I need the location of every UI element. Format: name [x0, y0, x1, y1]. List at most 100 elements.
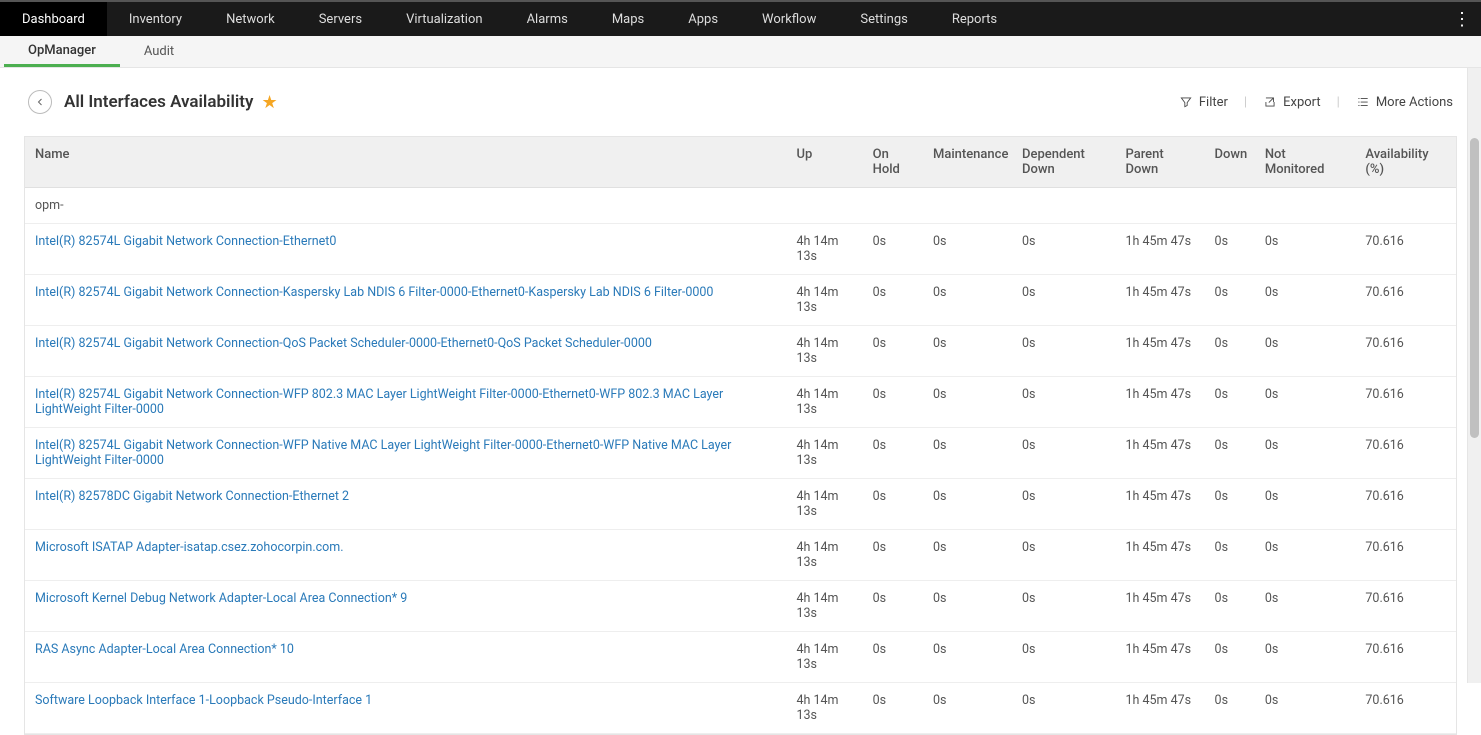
filter-label: Filter — [1199, 95, 1228, 110]
col-header[interactable]: Name — [25, 137, 787, 188]
table-row[interactable]: Microsoft ISATAP Adapter-isatap.csez.zoh… — [25, 530, 1456, 581]
cell-down: 0s — [1205, 479, 1255, 530]
col-header[interactable]: Not Monitored — [1255, 137, 1356, 188]
cell-up: 4h 14m 13s — [787, 377, 863, 428]
table-row[interactable]: Intel(R) 82574L Gigabit Network Connecti… — [25, 326, 1456, 377]
cell-up: 4h 14m 13s — [787, 326, 863, 377]
cell-nm: 0s — [1255, 581, 1356, 632]
cell-dep: 0s — [1012, 377, 1115, 428]
nav-inventory[interactable]: Inventory — [107, 2, 204, 36]
table-row[interactable]: Microsoft Kernel Debug Network Adapter-L… — [25, 581, 1456, 632]
cell-up: 4h 14m 13s — [787, 479, 863, 530]
subnav-audit[interactable]: Audit — [120, 36, 198, 67]
cell-nm: 0s — [1255, 224, 1356, 275]
col-header[interactable]: Down — [1205, 137, 1255, 188]
nav-servers[interactable]: Servers — [297, 2, 384, 36]
cell-maint: 0s — [923, 377, 1012, 428]
cell-name[interactable]: Microsoft Kernel Debug Network Adapter-L… — [25, 581, 787, 632]
cell-name[interactable]: Intel(R) 82574L Gigabit Network Connecti… — [25, 428, 787, 479]
cell-down: 0s — [1205, 530, 1255, 581]
cell-maint: 0s — [923, 275, 1012, 326]
cell-par: 1h 45m 47s — [1115, 479, 1204, 530]
table-header-row: NameUpOn HoldMaintenanceDependent DownPa… — [25, 137, 1456, 188]
nav-virtualization[interactable]: Virtualization — [384, 2, 505, 36]
cell-down: 0s — [1205, 275, 1255, 326]
nav-network[interactable]: Network — [204, 2, 297, 36]
nav-settings[interactable]: Settings — [838, 2, 929, 36]
chevron-left-icon — [34, 96, 46, 108]
cell-hold: 0s — [863, 632, 923, 683]
nav-dashboard[interactable]: Dashboard — [0, 2, 107, 36]
cell-name[interactable]: Intel(R) 82574L Gigabit Network Connecti… — [25, 377, 787, 428]
nav-apps[interactable]: Apps — [666, 2, 740, 36]
nav-maps[interactable]: Maps — [590, 2, 666, 36]
group-row[interactable]: opm- — [25, 188, 1456, 224]
filter-button[interactable]: Filter — [1179, 95, 1228, 110]
sub-nav: OpManagerAudit — [0, 36, 1481, 68]
cell-up: 4h 14m 13s — [787, 224, 863, 275]
more-actions-button[interactable]: More Actions — [1356, 95, 1453, 110]
page-actions: Filter | Export | More Actions — [1179, 95, 1453, 110]
cell-av: 70.616 — [1355, 632, 1456, 683]
table-row[interactable]: Software Loopback Interface 1-Loopback P… — [25, 683, 1456, 734]
scrollbar[interactable] — [1467, 68, 1481, 683]
cell-down: 0s — [1205, 683, 1255, 734]
cell-dep: 0s — [1012, 224, 1115, 275]
scrollbar-thumb[interactable] — [1470, 138, 1479, 438]
cell-hold: 0s — [863, 428, 923, 479]
cell-name[interactable]: Microsoft ISATAP Adapter-isatap.csez.zoh… — [25, 530, 787, 581]
table-row[interactable]: Intel(R) 82574L Gigabit Network Connecti… — [25, 275, 1456, 326]
cell-down: 0s — [1205, 377, 1255, 428]
cell-dep: 0s — [1012, 326, 1115, 377]
col-header[interactable]: Parent Down — [1115, 137, 1204, 188]
table-container: NameUpOn HoldMaintenanceDependent DownPa… — [24, 136, 1457, 735]
cell-name[interactable]: Intel(R) 82578DC Gigabit Network Connect… — [25, 479, 787, 530]
favorite-star-icon[interactable]: ★ — [261, 92, 277, 113]
separator: | — [1244, 95, 1247, 110]
back-button[interactable] — [28, 90, 52, 114]
table-row[interactable]: RAS Async Adapter-Local Area Connection*… — [25, 632, 1456, 683]
cell-dep: 0s — [1012, 530, 1115, 581]
cell-av: 70.616 — [1355, 581, 1456, 632]
more-actions-label: More Actions — [1376, 95, 1453, 110]
cell-down: 0s — [1205, 428, 1255, 479]
cell-dep: 0s — [1012, 683, 1115, 734]
table-row[interactable]: Intel(R) 82574L Gigabit Network Connecti… — [25, 377, 1456, 428]
cell-hold: 0s — [863, 377, 923, 428]
table-row[interactable]: Intel(R) 82574L Gigabit Network Connecti… — [25, 428, 1456, 479]
table-row[interactable]: Intel(R) 82574L Gigabit Network Connecti… — [25, 224, 1456, 275]
cell-up: 4h 14m 13s — [787, 530, 863, 581]
cell-hold: 0s — [863, 530, 923, 581]
nav-workflow[interactable]: Workflow — [740, 2, 838, 36]
cell-name[interactable]: Intel(R) 82574L Gigabit Network Connecti… — [25, 275, 787, 326]
cell-nm: 0s — [1255, 683, 1356, 734]
cell-av: 70.616 — [1355, 530, 1456, 581]
col-header[interactable]: Availability (%) — [1355, 137, 1456, 188]
col-header[interactable]: Dependent Down — [1012, 137, 1115, 188]
cell-maint: 0s — [923, 530, 1012, 581]
cell-nm: 0s — [1255, 530, 1356, 581]
cell-av: 70.616 — [1355, 428, 1456, 479]
cell-nm: 0s — [1255, 275, 1356, 326]
table-row[interactable]: Intel(R) 82578DC Gigabit Network Connect… — [25, 479, 1456, 530]
nav-reports[interactable]: Reports — [930, 2, 1019, 36]
cell-up: 4h 14m 13s — [787, 275, 863, 326]
filter-icon — [1179, 95, 1193, 109]
cell-par: 1h 45m 47s — [1115, 683, 1204, 734]
cell-hold: 0s — [863, 224, 923, 275]
cell-down: 0s — [1205, 224, 1255, 275]
cell-name[interactable]: Intel(R) 82574L Gigabit Network Connecti… — [25, 326, 787, 377]
col-header[interactable]: On Hold — [863, 137, 923, 188]
cell-name[interactable]: Intel(R) 82574L Gigabit Network Connecti… — [25, 224, 787, 275]
more-menu-icon[interactable]: ⋮ — [1453, 2, 1471, 36]
export-button[interactable]: Export — [1263, 95, 1321, 110]
subnav-opmanager[interactable]: OpManager — [4, 36, 120, 67]
col-header[interactable]: Up — [787, 137, 863, 188]
col-header[interactable]: Maintenance — [923, 137, 1012, 188]
nav-alarms[interactable]: Alarms — [505, 2, 590, 36]
cell-maint: 0s — [923, 632, 1012, 683]
cell-nm: 0s — [1255, 479, 1356, 530]
cell-name[interactable]: Software Loopback Interface 1-Loopback P… — [25, 683, 787, 734]
cell-name[interactable]: RAS Async Adapter-Local Area Connection*… — [25, 632, 787, 683]
cell-par: 1h 45m 47s — [1115, 530, 1204, 581]
